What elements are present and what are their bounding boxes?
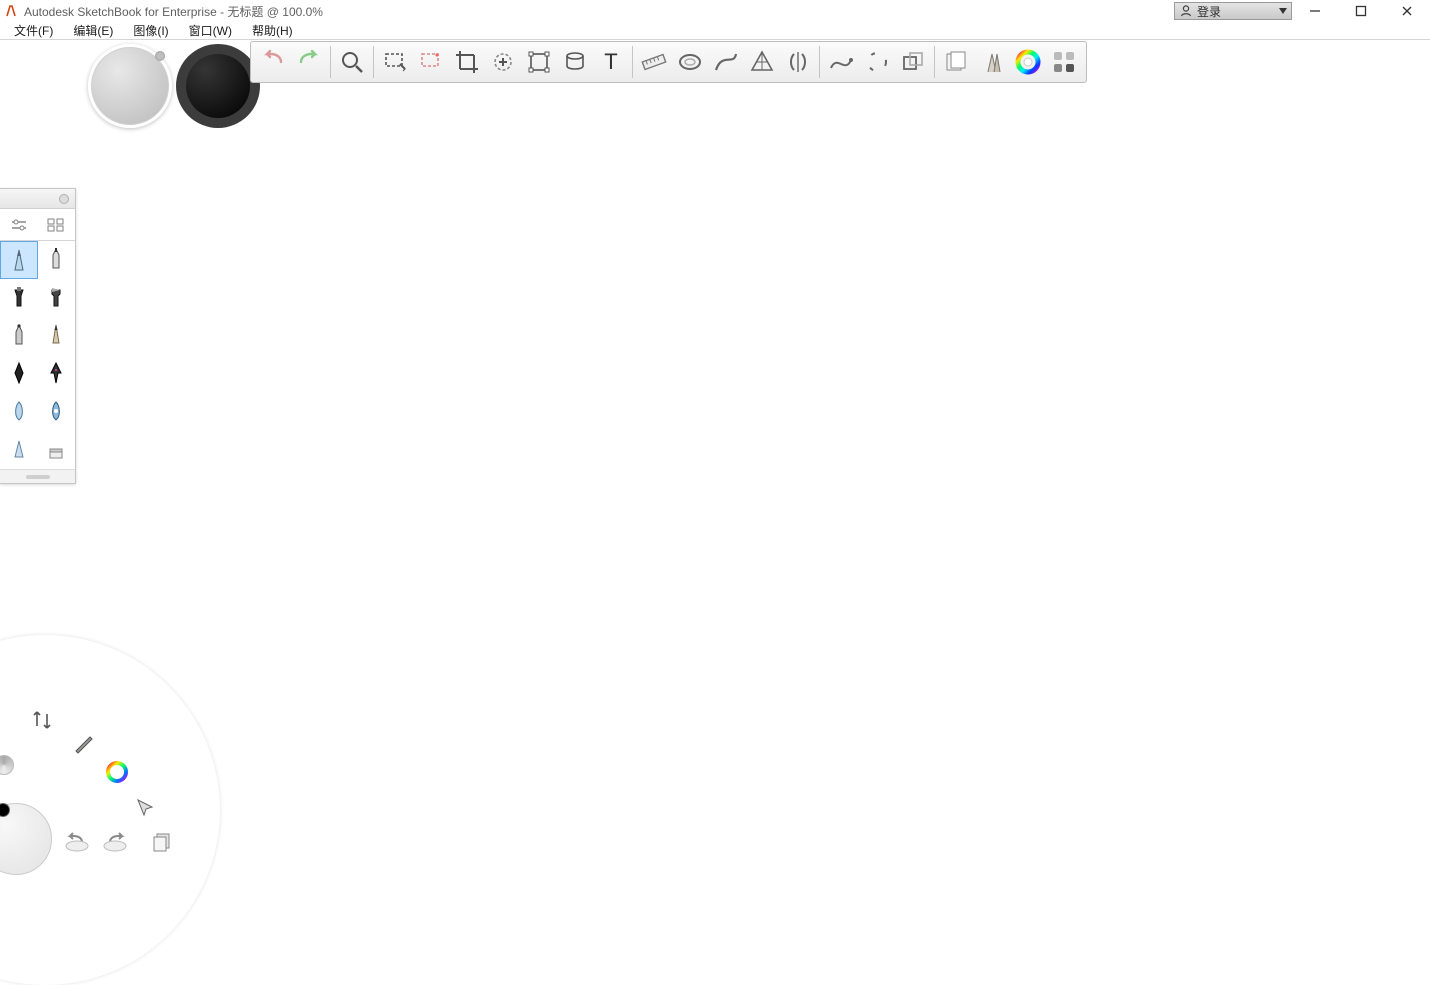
- brush-chisel-marker[interactable]: [38, 279, 76, 317]
- brush-ink-pen[interactable]: [0, 355, 38, 393]
- brush-eraser-soft[interactable]: [0, 431, 38, 469]
- maximize-button[interactable]: [1338, 0, 1384, 22]
- lagoon-tools[interactable]: [26, 703, 60, 737]
- tool-french-curve[interactable]: [708, 44, 744, 80]
- chevron-down-icon: [1279, 8, 1287, 14]
- tool-crop[interactable]: [449, 44, 485, 80]
- brush-color-puck[interactable]: [176, 44, 260, 128]
- brush-eraser-hard[interactable]: [38, 431, 76, 469]
- menu-file[interactable]: 文件(F): [4, 22, 63, 39]
- lagoon-layers[interactable]: [146, 825, 180, 859]
- brush-tab-library[interactable]: [38, 209, 76, 241]
- tool-flipbook[interactable]: [938, 44, 974, 80]
- window-title: Autodesk SketchBook for Enterprise - 无标题…: [24, 3, 323, 20]
- person-icon: [1179, 4, 1193, 18]
- tool-redo[interactable]: [291, 44, 327, 80]
- menu-help[interactable]: 帮助(H): [242, 22, 303, 39]
- tool-distort[interactable]: [557, 44, 593, 80]
- palette-collapse-icon: [59, 194, 69, 204]
- tool-shape[interactable]: [895, 44, 931, 80]
- brush-marker[interactable]: [0, 279, 38, 317]
- menu-window[interactable]: 窗口(W): [179, 22, 242, 39]
- brush-palette-header[interactable]: [0, 189, 75, 209]
- tool-ellipse-guide[interactable]: [672, 44, 708, 80]
- tool-steady-stroke[interactable]: [859, 44, 895, 80]
- tool-transform[interactable]: [521, 44, 557, 80]
- brush-palette-resize-handle[interactable]: [0, 469, 75, 483]
- lagoon: [0, 680, 200, 865]
- tool-undo[interactable]: [255, 44, 291, 80]
- tool-select-rect[interactable]: [377, 44, 413, 80]
- lagoon-color[interactable]: [100, 755, 134, 789]
- lagoon-brush[interactable]: [66, 727, 100, 761]
- tool-brushes[interactable]: [974, 44, 1010, 80]
- brush-nib-pen[interactable]: [38, 355, 76, 393]
- brush-tab-sliders[interactable]: [0, 209, 38, 241]
- brush-airbrush-soft[interactable]: [0, 393, 38, 431]
- tool-color-wheel[interactable]: [1010, 44, 1046, 80]
- menu-edit[interactable]: 编辑(E): [63, 22, 123, 39]
- brush-pencil[interactable]: [0, 241, 38, 279]
- lagoon-redo[interactable]: [98, 825, 132, 859]
- toolbar-separator: [632, 46, 633, 78]
- brush-size-puck[interactable]: [88, 44, 172, 128]
- menu-bar: 文件(F) 编辑(E) 图像(I) 窗口(W) 帮助(H): [0, 22, 1430, 40]
- tool-predictive-stroke[interactable]: [823, 44, 859, 80]
- lagoon-undo[interactable]: [60, 825, 94, 859]
- tool-quad-apps[interactable]: [1046, 44, 1082, 80]
- tool-symmetry[interactable]: [780, 44, 816, 80]
- login-button[interactable]: 登录: [1174, 2, 1292, 20]
- brush-technical-pen[interactable]: [38, 241, 76, 279]
- brush-hard-pencil[interactable]: [38, 317, 76, 355]
- brush-ballpoint[interactable]: [0, 317, 38, 355]
- login-label: 登录: [1197, 3, 1221, 20]
- toolbar-separator: [819, 46, 820, 78]
- main-toolbar: [250, 41, 1087, 83]
- tool-zoom[interactable]: [334, 44, 370, 80]
- tool-text[interactable]: [593, 44, 629, 80]
- tool-add-layer[interactable]: [485, 44, 521, 80]
- lagoon-cursor[interactable]: [128, 791, 162, 825]
- brush-pucks: [88, 44, 260, 128]
- title-bar: Autodesk SketchBook for Enterprise - 无标题…: [0, 0, 1430, 22]
- brush-palette: [0, 188, 76, 484]
- minimize-button[interactable]: [1292, 0, 1338, 22]
- tool-select-magic[interactable]: [413, 44, 449, 80]
- toolbar-separator: [373, 46, 374, 78]
- menu-image[interactable]: 图像(I): [123, 22, 178, 39]
- close-button[interactable]: [1384, 0, 1430, 22]
- app-logo-icon: [4, 4, 18, 18]
- toolbar-separator: [934, 46, 935, 78]
- brush-airbrush-hard[interactable]: [38, 393, 76, 431]
- toolbar-separator: [330, 46, 331, 78]
- tool-ruler[interactable]: [636, 44, 672, 80]
- tool-perspective[interactable]: [744, 44, 780, 80]
